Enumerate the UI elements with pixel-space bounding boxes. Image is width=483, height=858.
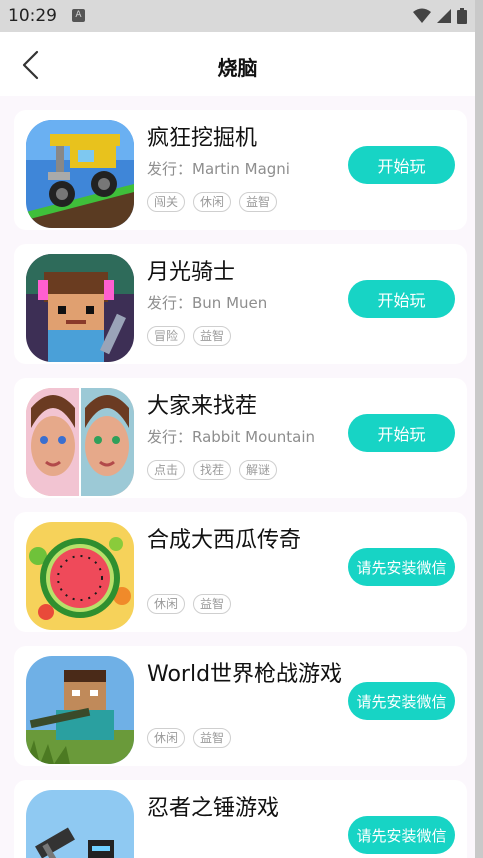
- game-publisher: 发行：Rabbit Mountain: [147, 428, 316, 446]
- game-icon-gunfight: [26, 656, 134, 764]
- tag: 点击: [147, 460, 186, 480]
- play-button[interactable]: 开始玩: [348, 280, 455, 318]
- signal-icon: [437, 9, 451, 23]
- game-card[interactable]: 忍者之锤游戏 请先安装微信: [14, 780, 467, 858]
- game-publisher: 发行：Martin Magni: [147, 160, 290, 178]
- game-card[interactable]: World世界枪战游戏 休闲 益智 请先安装微信: [14, 646, 467, 766]
- scrollbar[interactable]: [475, 0, 483, 858]
- tag: 益智: [193, 728, 232, 748]
- game-card[interactable]: 月光骑士 发行：Bun Muen 冒险 益智 开始玩: [14, 244, 467, 364]
- battery-icon: [457, 8, 467, 24]
- game-card[interactable]: 大家来找茬 发行：Rabbit Mountain 点击 找茬 解谜 开始玩: [14, 378, 467, 498]
- tag: 益智: [193, 594, 232, 614]
- tag: 冒险: [147, 326, 186, 346]
- install-wechat-button[interactable]: 请先安装微信: [348, 682, 455, 720]
- install-wechat-button[interactable]: 请先安装微信: [348, 548, 455, 586]
- top-header: 烧脑: [0, 32, 475, 96]
- game-icon-excavator: [26, 120, 134, 228]
- game-card[interactable]: 合成大西瓜传奇 休闲 益智 请先安装微信: [14, 512, 467, 632]
- game-card[interactable]: 疯狂挖掘机 发行：Martin Magni 闯关 休闲 益智 开始玩: [14, 110, 467, 230]
- game-tags: 闯关 休闲 益智: [147, 192, 278, 212]
- game-tags: 冒险 益智: [147, 326, 232, 346]
- wifi-icon: [413, 8, 431, 23]
- tag: 休闲: [147, 594, 186, 614]
- tag: 找茬: [193, 460, 232, 480]
- tag: 休闲: [193, 192, 232, 212]
- game-icon-spot-difference: [26, 388, 134, 496]
- status-time: 10:29: [8, 6, 57, 26]
- status-bar: 10:29 A: [0, 0, 475, 32]
- install-wechat-button[interactable]: 请先安装微信: [348, 816, 455, 854]
- game-list: 疯狂挖掘机 发行：Martin Magni 闯关 休闲 益智 开始玩 月光骑士 …: [0, 96, 475, 858]
- play-button[interactable]: 开始玩: [348, 146, 455, 184]
- game-name: 大家来找茬: [147, 394, 258, 419]
- game-name: World世界枪战游戏: [147, 662, 343, 687]
- game-name: 合成大西瓜传奇: [147, 528, 302, 553]
- tag: 益智: [239, 192, 278, 212]
- game-name: 月光骑士: [147, 260, 236, 285]
- game-name: 疯狂挖掘机: [147, 126, 258, 151]
- game-icon-watermelon: [26, 522, 134, 630]
- play-button[interactable]: 开始玩: [348, 414, 455, 452]
- tag: 益智: [193, 326, 232, 346]
- game-icon-knight: [26, 254, 134, 362]
- tag: 闯关: [147, 192, 186, 212]
- page-title: 烧脑: [217, 56, 258, 80]
- status-icons: [413, 8, 467, 24]
- game-icon-ninja-hammer: [26, 790, 134, 858]
- game-name: 忍者之锤游戏: [147, 796, 280, 821]
- game-publisher: 发行：Bun Muen: [147, 294, 268, 312]
- tag: 休闲: [147, 728, 186, 748]
- tag: 解谜: [239, 460, 278, 480]
- game-tags: 休闲 益智: [147, 594, 232, 614]
- game-tags: 休闲 益智: [147, 728, 232, 748]
- game-tags: 点击 找茬 解谜: [147, 460, 278, 480]
- notification-icon: A: [72, 9, 85, 22]
